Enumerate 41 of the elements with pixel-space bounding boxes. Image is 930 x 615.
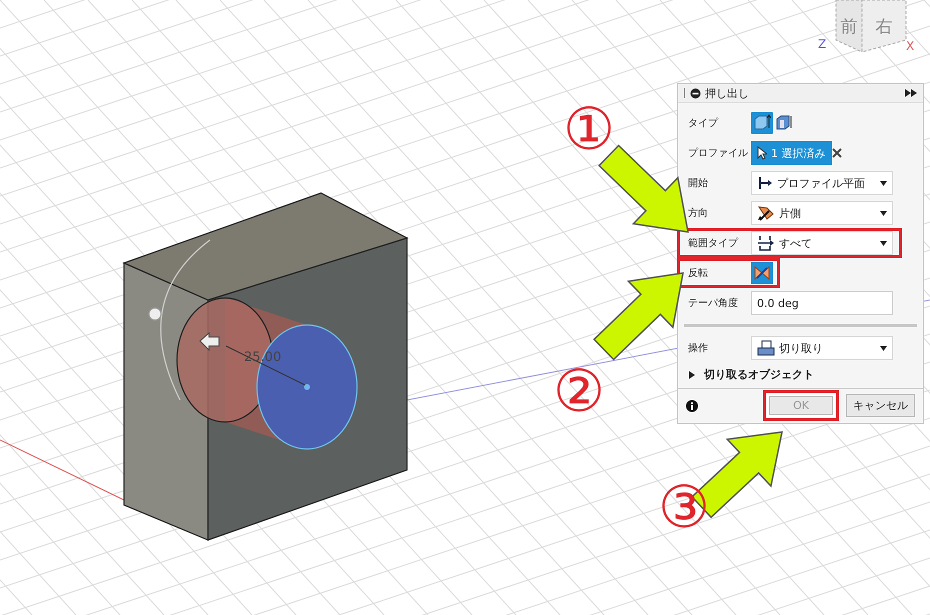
cursor-icon	[757, 146, 767, 160]
dropdown[interactable]: すべて	[751, 231, 893, 255]
collapse-icon[interactable]	[690, 88, 701, 98]
close-icon[interactable]	[832, 148, 842, 158]
dropdown[interactable]: プロファイル平面	[751, 171, 893, 195]
field-label: プロファイル	[688, 146, 749, 160]
field-label: 方向	[688, 206, 709, 220]
field-label: 開始	[688, 177, 709, 190]
dropdown[interactable]: 切り取り	[751, 336, 893, 360]
cut-operation-icon	[757, 340, 775, 356]
caret-icon	[880, 210, 887, 216]
step-number: ②	[553, 362, 605, 420]
axis-label: X	[906, 39, 914, 53]
field-label: テーパ角度	[688, 296, 739, 310]
expand-icon[interactable]	[905, 89, 917, 97]
direction-icon	[757, 205, 775, 221]
field-label: 操作	[688, 342, 709, 355]
info-icon[interactable]	[686, 400, 698, 412]
solid-block-icon	[753, 114, 771, 132]
caret-icon	[880, 346, 887, 350]
caret-icon	[688, 370, 696, 378]
start-plane-icon	[757, 175, 773, 191]
cancel-button[interactable]: キャンセル	[846, 394, 915, 417]
flip-icon	[754, 265, 770, 281]
caret-icon	[880, 240, 887, 246]
flip-toggle[interactable]	[751, 262, 773, 284]
type-option-button[interactable]	[751, 112, 773, 134]
caret-icon	[880, 180, 887, 186]
field-label: タイプ	[688, 116, 720, 130]
thin-block-icon	[775, 114, 793, 132]
dialog-title: 押し出し	[705, 86, 750, 100]
field-label: 範囲タイプ	[688, 236, 740, 250]
drag-hand-icon[interactable]	[199, 332, 220, 352]
extent-all-icon	[757, 235, 775, 251]
input-field[interactable]: 0.0 deg	[751, 291, 893, 315]
field-label: 反転	[688, 267, 709, 280]
dropdown[interactable]: 片側	[751, 201, 893, 225]
section-header[interactable]: 切り取るオブジェクト	[678, 363, 923, 388]
axis-label: Z	[818, 37, 826, 51]
step-number: ①	[563, 100, 615, 158]
step-number: ③	[658, 478, 710, 536]
